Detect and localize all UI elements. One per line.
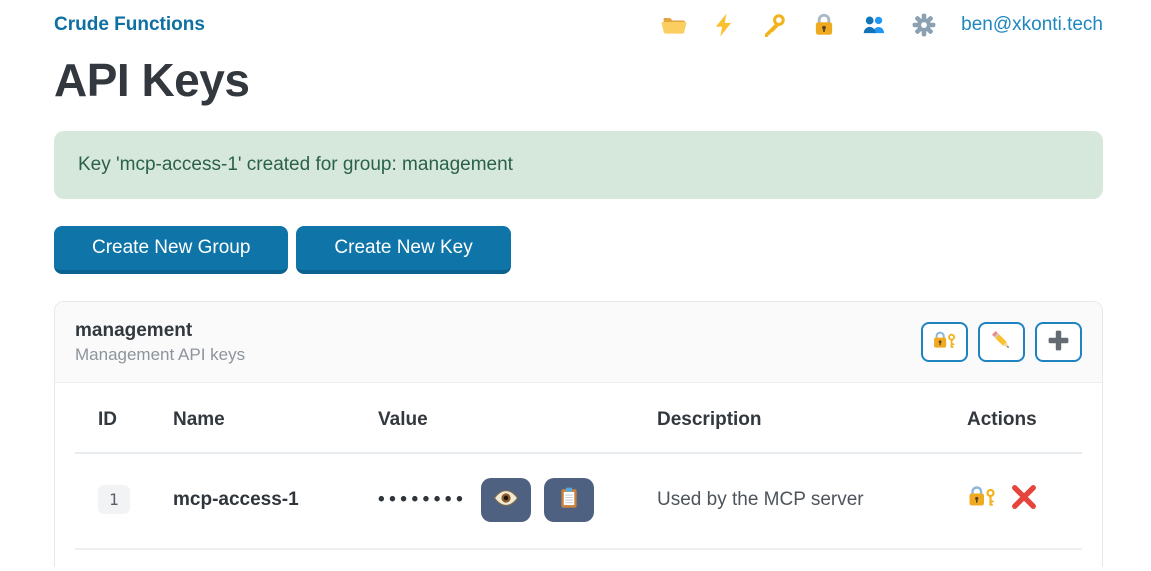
delete-x-icon [1009, 483, 1039, 516]
column-header-value: Value [370, 382, 649, 454]
keys-table-wrap: ID Name Value Description Actions 1 mcp-… [55, 382, 1102, 550]
table-header-row: ID Name Value Description Actions [75, 382, 1082, 454]
folder-icon[interactable] [661, 12, 687, 38]
group-add-key-button[interactable] [1035, 321, 1082, 362]
key-description-cell: Used by the MCP server [649, 452, 959, 550]
success-alert: Key 'mcp-access-1' created for group: ma… [54, 130, 1103, 199]
group-lock-button[interactable] [921, 321, 968, 362]
user-email-link[interactable]: ben@xkonti.tech [961, 14, 1103, 36]
alert-message: Key 'mcp-access-1' created for group: ma… [78, 153, 513, 175]
key-lock-button[interactable] [967, 483, 997, 516]
key-id-badge: 1 [98, 485, 130, 515]
group-card: management Management API keys ID Name V… [54, 300, 1103, 567]
lock-icon[interactable] [811, 12, 837, 38]
group-card-titles: management Management API keys [75, 319, 245, 365]
key-value-cell: •••••••• [370, 452, 649, 550]
key-actions-cell [959, 452, 1082, 550]
column-header-name: Name [165, 382, 370, 454]
plus-icon [1046, 328, 1071, 356]
navbar: Crude Functions ben@xkonti.tech [54, 0, 1103, 38]
group-card-header: management Management API keys [55, 301, 1102, 383]
table-row: 1 mcp-access-1 •••••••• Used by the MCP … [75, 452, 1082, 550]
create-new-group-button[interactable]: Create New Group [54, 225, 289, 274]
group-name: management [75, 319, 193, 341]
key-value-inner: •••••••• [378, 477, 641, 522]
reveal-value-button[interactable] [481, 477, 532, 522]
group-edit-button[interactable] [978, 321, 1025, 362]
key-name-cell: mcp-access-1 [165, 452, 370, 550]
gear-icon[interactable] [911, 12, 937, 38]
key-icon[interactable] [761, 12, 787, 38]
page: Crude Functions ben@xkonti.tech API Keys… [0, 0, 1151, 567]
masked-value: •••••••• [378, 488, 468, 510]
pencil-icon [989, 328, 1014, 356]
page-title: API Keys [54, 54, 250, 106]
lock-with-key-icon [932, 328, 957, 356]
group-description: Management API keys [75, 344, 246, 364]
lock-with-key-icon [967, 483, 997, 516]
eye-icon [493, 487, 519, 512]
id-cell: 1 [75, 452, 165, 550]
create-new-key-button[interactable]: Create New Key [296, 225, 511, 274]
clipboard-icon [556, 487, 582, 512]
lightning-icon[interactable] [711, 12, 737, 38]
column-header-description: Description [649, 382, 959, 454]
toolbar: Create New Group Create New Key [54, 225, 1103, 274]
copy-value-button[interactable] [544, 477, 595, 522]
navbar-right: ben@xkonti.tech [661, 12, 1103, 38]
column-header-actions: Actions [959, 382, 1082, 454]
delete-key-button[interactable] [1009, 483, 1039, 516]
group-card-actions [921, 321, 1082, 362]
brand-link[interactable]: Crude Functions [54, 14, 205, 36]
users-icon[interactable] [861, 12, 887, 38]
keys-table: ID Name Value Description Actions 1 mcp-… [75, 382, 1082, 550]
key-actions-inner [967, 483, 1074, 516]
column-header-id: ID [75, 382, 165, 454]
